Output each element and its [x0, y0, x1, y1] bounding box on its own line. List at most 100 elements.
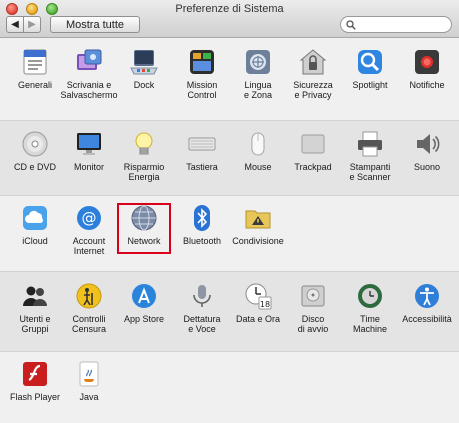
flag-icon [244, 48, 272, 76]
search-field[interactable] [340, 16, 452, 33]
java-icon [75, 360, 103, 388]
pane-risparmio[interactable]: Risparmio Energia [114, 130, 174, 182]
pane-label: iCloud [22, 236, 48, 246]
pane-label: Tastiera [186, 162, 218, 172]
spotlight-icon [356, 48, 384, 76]
keyboard-icon [188, 130, 216, 158]
pane-java[interactable]: Java [59, 360, 119, 402]
desktop-screensaver-icon [75, 48, 103, 76]
pane-cd-dvd[interactable]: CD e DVD [5, 130, 65, 172]
sharing-folder-icon [244, 204, 272, 232]
pane-network[interactable]: Network [114, 204, 174, 246]
monitor-icon [75, 130, 103, 158]
trackpad-icon [299, 130, 327, 158]
pane-label: Monitor [73, 162, 104, 172]
flash-icon [21, 360, 49, 388]
pane-monitor[interactable]: Monitor [59, 130, 119, 172]
disc-icon [21, 130, 49, 158]
zoom-button[interactable] [46, 3, 58, 15]
minimize-button[interactable] [26, 3, 38, 15]
users-icon [21, 282, 49, 310]
title-bar: Preferenze di Sistema ◀ ▶ Mostra tutte [0, 0, 459, 38]
show-all-button[interactable]: Mostra tutte [50, 16, 140, 33]
speaker-icon [413, 130, 441, 158]
pane-label: Disco di avvio [297, 314, 329, 334]
pane-appstore[interactable]: App Store [114, 282, 174, 324]
pane-icloud[interactable]: iCloud [5, 204, 65, 246]
general-icon [21, 48, 49, 76]
pane-label: Trackpad [294, 162, 332, 172]
pane-label: Flash Player [9, 392, 61, 402]
pane-label: Controlli Censura [71, 314, 107, 334]
mission-control-icon [188, 48, 216, 76]
pane-mouse[interactable]: Mouse [228, 130, 288, 172]
dock-icon [130, 48, 158, 76]
app-store-icon [130, 282, 158, 310]
pane-label: Java [79, 392, 99, 402]
pane-label: Suono [413, 162, 441, 172]
pane-label: Accessibilità [402, 314, 452, 324]
forward-button[interactable]: ▶ [23, 16, 41, 33]
clock-calendar-icon: 18 [244, 282, 272, 310]
pane-label: Time Machine [352, 314, 388, 334]
pane-scrivania[interactable]: Scrivania e Salvaschermo [59, 48, 119, 100]
pane-dettatura[interactable]: Dettatura e Voce [172, 282, 232, 334]
pane-label: App Store [123, 314, 165, 324]
pane-label: Generali [17, 80, 53, 90]
microphone-icon [188, 282, 216, 310]
pane-label: Scrivania e Salvaschermo [60, 80, 118, 100]
pane-label: Bluetooth [182, 236, 222, 246]
window-title: Preferenze di Sistema [175, 3, 284, 15]
pane-label: Notifiche [409, 80, 445, 90]
notifications-icon [413, 48, 441, 76]
accessibility-icon [413, 282, 441, 310]
parental-controls-icon [75, 282, 103, 310]
svg-text:18: 18 [260, 300, 270, 309]
bluetooth-icon [188, 204, 216, 232]
pane-flash[interactable]: Flash Player [5, 360, 65, 402]
pane-controlli[interactable]: Controlli Censura [59, 282, 119, 334]
pane-spotlight[interactable]: Spotlight [340, 48, 400, 90]
pane-condivisione[interactable]: Condivisione [228, 204, 288, 246]
back-button[interactable]: ◀ [6, 16, 24, 33]
pane-label: Dock [133, 80, 155, 90]
pane-suono[interactable]: Suono [397, 130, 457, 172]
close-button[interactable] [6, 3, 18, 15]
printer-icon [356, 130, 384, 158]
pane-tastiera[interactable]: Tastiera [172, 130, 232, 172]
cloud-icon [21, 204, 49, 232]
pane-accessibilita[interactable]: Accessibilità [397, 282, 457, 324]
hard-drive-icon [299, 282, 327, 310]
search-icon [346, 19, 356, 30]
at-sign-icon: @ [75, 204, 103, 232]
pane-dock[interactable]: Dock [114, 48, 174, 90]
pane-disco[interactable]: Disco di avvio [283, 282, 343, 334]
pane-generali[interactable]: Generali [5, 48, 65, 90]
pane-lingua[interactable]: Lingua e Zona [228, 48, 288, 100]
pane-label: CD e DVD [13, 162, 56, 172]
search-input[interactable] [356, 18, 450, 31]
pane-label: Sicurezza e Privacy [293, 80, 333, 100]
pane-label: Utenti e Gruppi [19, 314, 51, 334]
pane-label: Mission Control [186, 80, 218, 100]
svg-text:@: @ [82, 209, 97, 227]
pane-stampanti[interactable]: Stampanti e Scanner [340, 130, 400, 182]
time-machine-icon [356, 282, 384, 310]
pane-label: Network [127, 236, 161, 246]
pane-notifiche[interactable]: Notifiche [397, 48, 457, 90]
system-preferences-window: Preferenze di Sistema ◀ ▶ Mostra tutte G… [0, 0, 459, 423]
pane-mission[interactable]: Mission Control [172, 48, 232, 100]
lightbulb-icon [130, 130, 158, 158]
pane-account-internet[interactable]: @ Account Internet [59, 204, 119, 256]
pane-bluetooth[interactable]: Bluetooth [172, 204, 232, 246]
pane-label: Condivisione [232, 236, 284, 246]
pane-label: Lingua e Zona [243, 80, 273, 100]
pane-label: Dettatura e Voce [183, 314, 221, 334]
pane-time-machine[interactable]: Time Machine [340, 282, 400, 334]
pane-label: Data e Ora [235, 314, 281, 324]
pane-data-ora[interactable]: 18 Data e Ora [228, 282, 288, 324]
house-lock-icon [299, 48, 327, 76]
pane-utenti[interactable]: Utenti e Gruppi [5, 282, 65, 334]
pane-sicurezza[interactable]: Sicurezza e Privacy [283, 48, 343, 100]
pane-trackpad[interactable]: Trackpad [283, 130, 343, 172]
